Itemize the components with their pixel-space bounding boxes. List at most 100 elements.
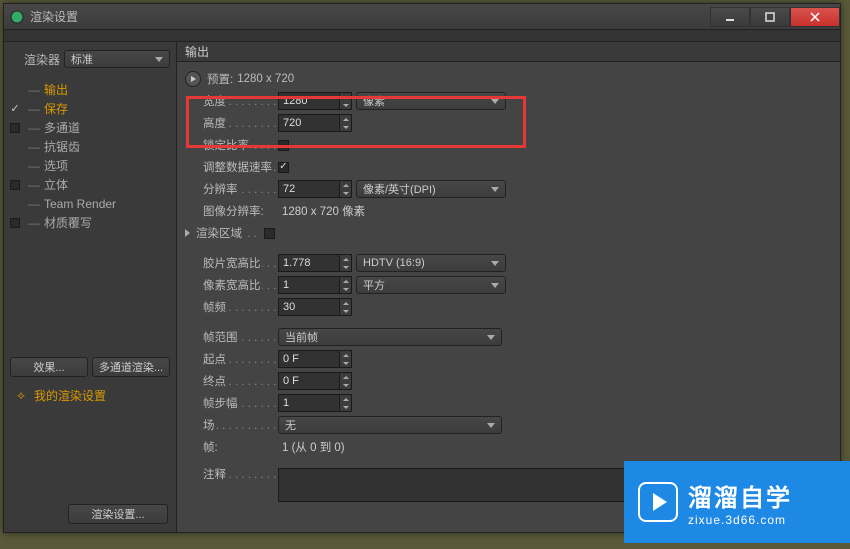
close-button[interactable] [790,7,840,27]
frames-row: 帧: 1 (从 0 到 0) [203,436,832,458]
watermark-brand: 溜溜自学 [688,478,792,513]
film-aspect-label: 胶片宽高比 [203,258,262,270]
pixel-aspect-spinner[interactable] [340,276,352,294]
field-label: 场 [203,420,216,432]
step-input[interactable]: 1 [278,394,340,412]
sidebar-item-material-override[interactable]: —材质覆写 [4,213,176,232]
height-row: . . . . . . . . . . . .高度 720 [203,112,832,134]
checkbox[interactable] [10,218,20,228]
renderer-dropdown[interactable]: 标准 [64,50,170,68]
end-input[interactable]: 0 F [278,372,340,390]
chevron-down-icon [155,57,163,62]
minimize-button[interactable] [710,7,750,27]
height-spinner[interactable] [340,114,352,132]
renderer-label: 渲染器 [24,51,60,68]
lock-ratio-row: . . . . . . . . . . . .锁定比率 [203,134,832,156]
sidebar-item-save[interactable]: ✓—保存 [4,99,176,118]
field-dropdown[interactable]: 无 [278,416,502,434]
section-title: 输出 [177,42,840,62]
checkbox[interactable] [10,123,20,133]
my-render-settings[interactable]: ⟡ 我的渲染设置 [10,383,170,414]
film-aspect-dropdown[interactable]: HDTV (16:9) [356,254,506,272]
resolution-row: . . . . . . . . . . . .分辨率 72 像素/英寸(DPI) [203,178,832,200]
effects-button[interactable]: 效果... [10,357,88,377]
start-spinner[interactable] [340,350,352,368]
grip-bar[interactable] [4,30,840,42]
lock-ratio-checkbox[interactable] [278,140,289,151]
step-spinner[interactable] [340,394,352,412]
frames-label: 帧: [203,442,219,454]
sidebar-item-antialias[interactable]: —抗锯齿 [4,137,176,156]
left-bottom: 效果... 多通道渲染... ⟡ 我的渲染设置 渲染设置... [4,351,176,532]
end-spinner[interactable] [340,372,352,390]
step-label: 帧步幅 [203,398,239,410]
chevron-down-icon [487,423,495,428]
sidebar-item-output[interactable]: —输出 [4,80,176,99]
height-label: 高度 [203,118,227,130]
right-pane: 输出 预置: 1280 x 720 . . . . . . . . . . . … [177,42,840,532]
pixel-aspect-dropdown[interactable]: 平方 [356,276,506,294]
resolution-input[interactable]: 72 [278,180,340,198]
film-aspect-input[interactable]: 1.778 [278,254,340,272]
render-region-checkbox[interactable] [264,228,275,239]
preset-value: 1280 x 720 [237,73,294,85]
resolution-unit-dropdown[interactable]: 像素/英寸(DPI) [356,180,506,198]
left-pane: 渲染器 标准 —输出 ✓—保存 —多通道 —抗锯齿 —选项 —立体 —Team … [4,42,177,532]
watermark-logo-icon [638,482,678,522]
start-row: . . . . . . . . . . . .起点 0 F [203,348,832,370]
chevron-down-icon [491,187,499,192]
pixel-aspect-input[interactable]: 1 [278,276,340,294]
width-spinner[interactable] [340,92,352,110]
renderer-row: 渲染器 标准 [4,42,176,76]
fps-row: . . . . . . . . . . . .帧频 30 [203,296,832,318]
watermark: 溜溜自学 zixue.3d66.com [624,461,850,543]
resolution-spinner[interactable] [340,180,352,198]
chevron-down-icon [487,335,495,340]
width-input[interactable]: 1280 [278,92,340,110]
titlebar[interactable]: 渲染设置 [4,4,840,30]
adjust-rate-label: 调整数据速率 [203,162,273,174]
render-settings-button[interactable]: 渲染设置... [68,504,168,524]
height-input[interactable]: 720 [278,114,340,132]
frame-range-label: 帧范围 [203,332,239,344]
preset-play-button[interactable] [185,71,201,87]
adjust-rate-checkbox[interactable] [278,162,289,173]
resolution-label: 分辨率 [203,184,239,196]
fps-label: 帧频 [203,302,227,314]
frame-range-dropdown[interactable]: 当前帧 [278,328,502,346]
unit-dropdown[interactable]: 像素 [356,92,506,110]
maximize-button[interactable] [750,7,790,27]
fps-spinner[interactable] [340,298,352,316]
preset-label: 预置: [207,71,233,87]
start-input[interactable]: 0 F [278,350,340,368]
target-icon: ⟡ [14,388,28,403]
window-title: 渲染设置 [30,8,78,25]
preset-row: 预置: 1280 x 720 [185,68,832,90]
checkbox[interactable] [10,180,20,190]
sidebar-item-teamrender[interactable]: —Team Render [4,194,176,213]
end-row: . . . . . . . . . . . .终点 0 F [203,370,832,392]
image-res-value: 1280 x 720 像素 [282,203,365,219]
my-render-settings-label: 我的渲染设置 [34,387,106,404]
film-aspect-spinner[interactable] [340,254,352,272]
renderer-value: 标准 [71,51,93,67]
adjust-rate-row: . . . . . . . . . . . .调整数据速率 [203,156,832,178]
render-region-label: 渲染区域 [196,228,243,240]
frame-range-row: . . . . . . . . . . . .帧范围 当前帧 [203,326,832,348]
chevron-down-icon [491,99,499,104]
image-resolution-row: 图像分辨率: 1280 x 720 像素 [203,200,832,222]
end-label: 终点 [203,376,227,388]
field-row: . . . . . . . . . . . .场 无 [203,414,832,436]
sidebar-nav: —输出 ✓—保存 —多通道 —抗锯齿 —选项 —立体 —Team Render … [4,76,176,232]
fps-input[interactable]: 30 [278,298,340,316]
multipass-render-button[interactable]: 多通道渲染... [92,357,170,377]
image-res-label: 图像分辨率: [203,206,265,218]
width-label: 宽度 [203,96,227,108]
sidebar-item-options[interactable]: —选项 [4,156,176,175]
start-label: 起点 [203,354,227,366]
chevron-down-icon [491,283,499,288]
body: 渲染器 标准 —输出 ✓—保存 —多通道 —抗锯齿 —选项 —立体 —Team … [4,42,840,532]
sidebar-item-multipass[interactable]: —多通道 [4,118,176,137]
expand-arrow-icon[interactable] [185,229,190,237]
sidebar-item-stereo[interactable]: —立体 [4,175,176,194]
